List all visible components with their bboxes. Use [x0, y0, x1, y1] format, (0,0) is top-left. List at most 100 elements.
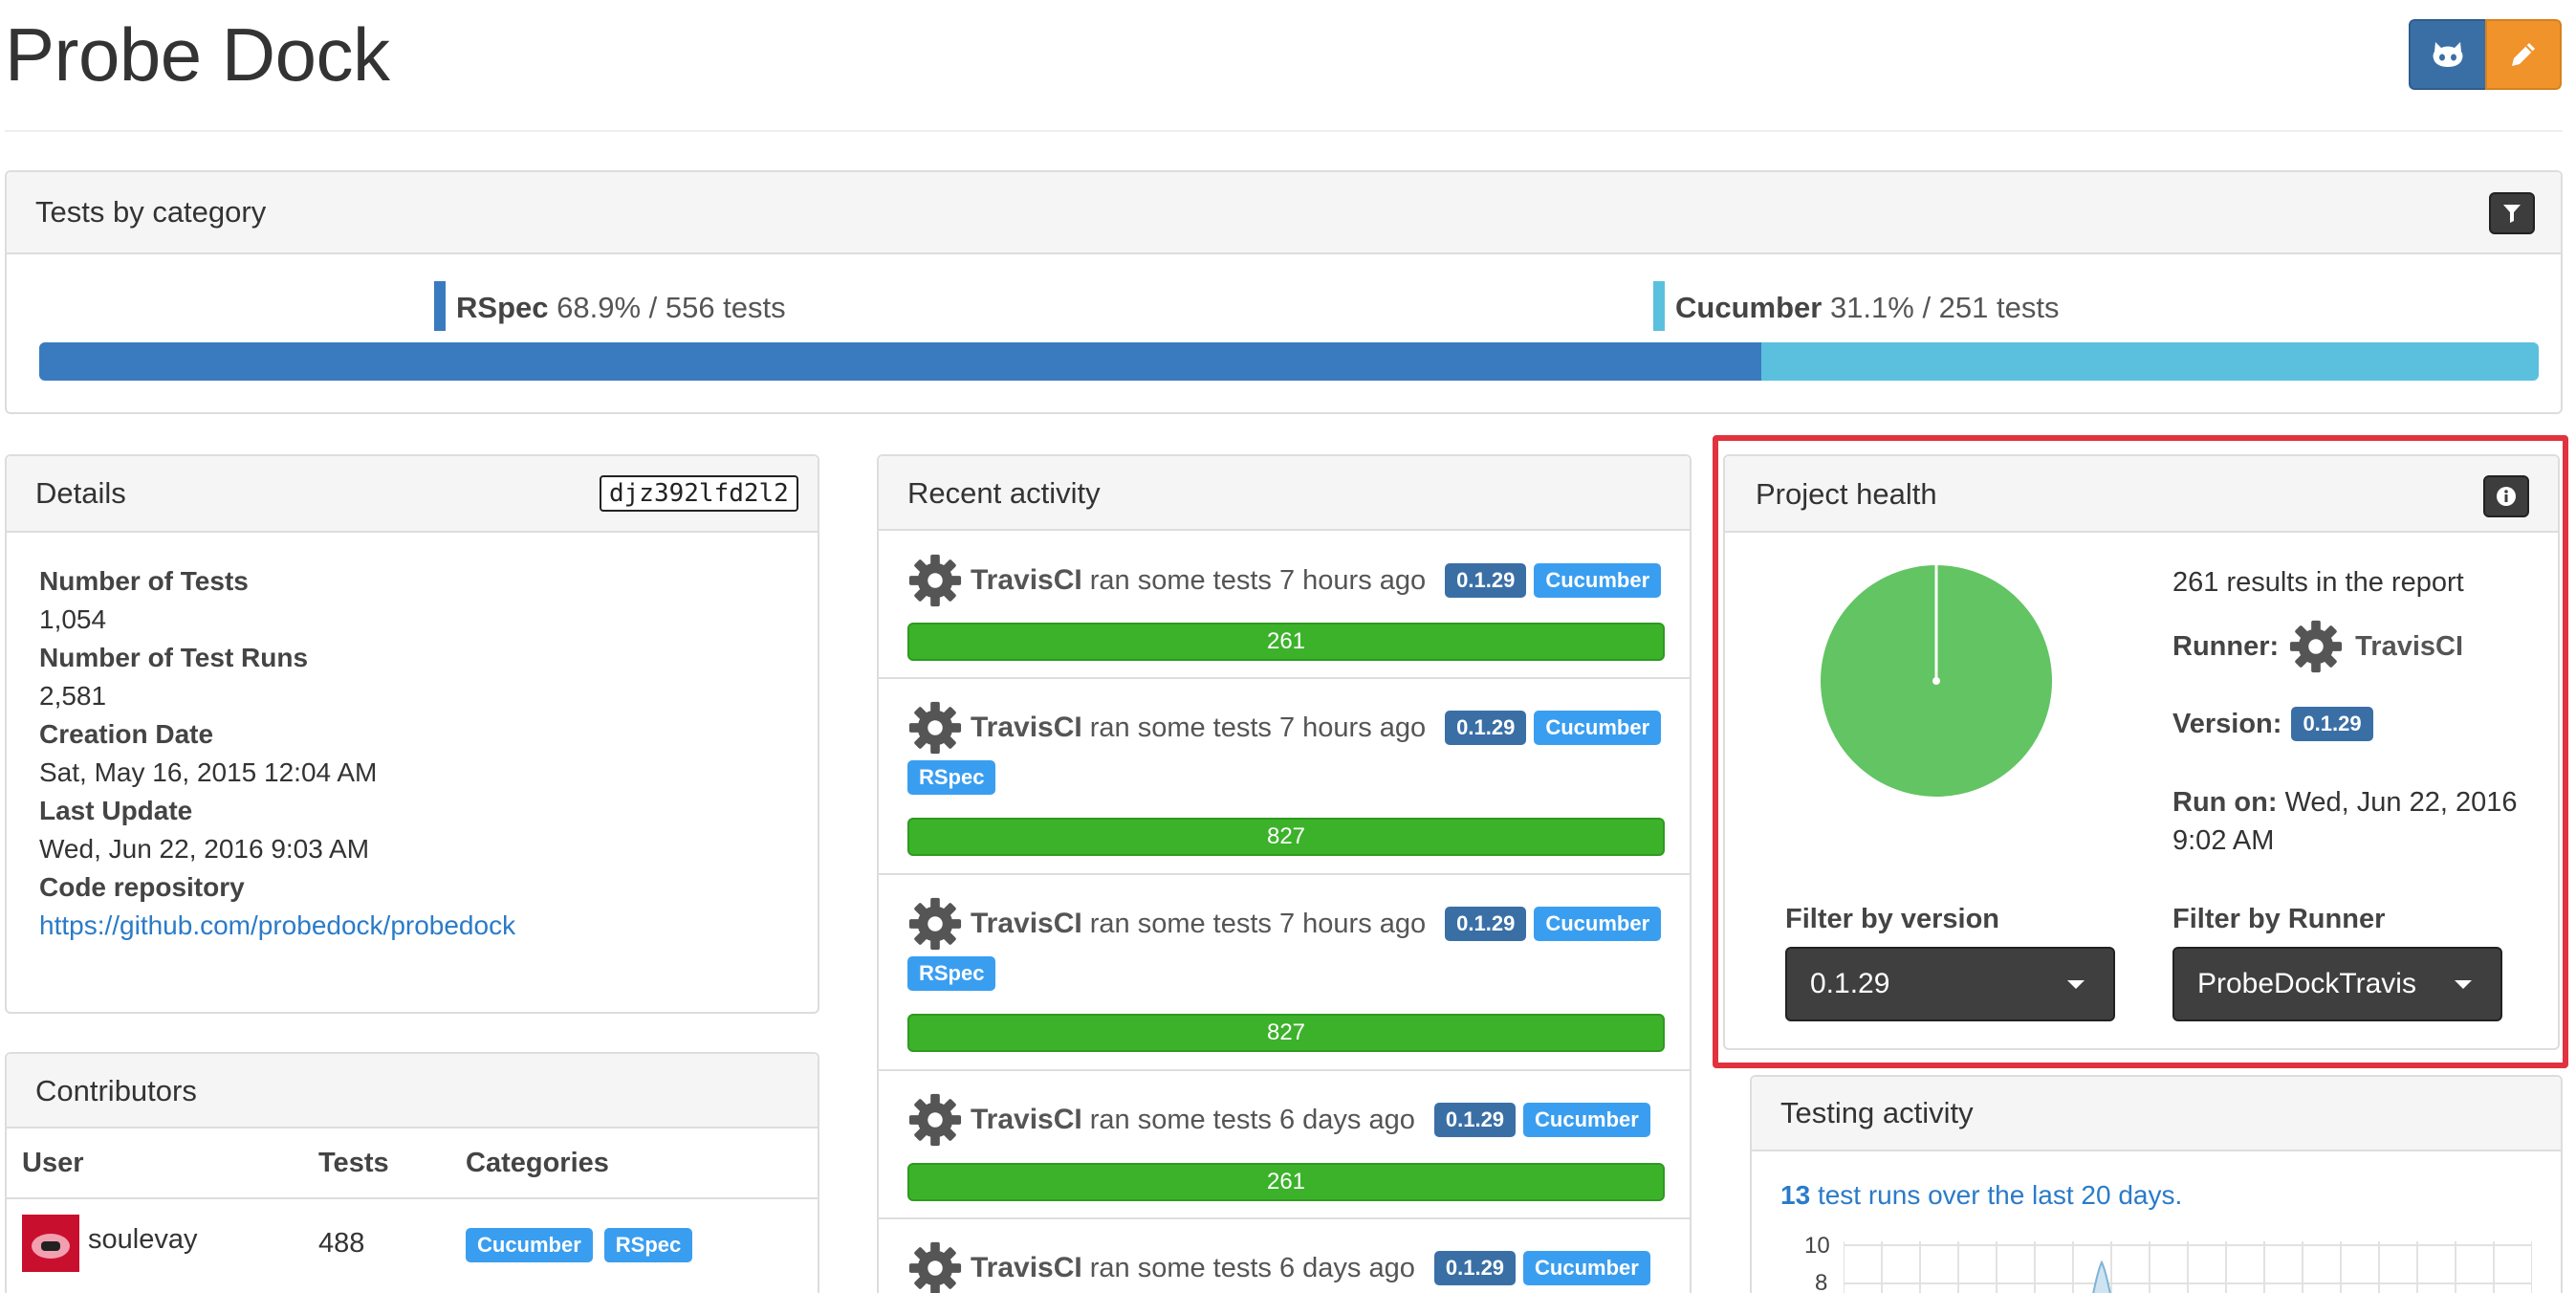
test-result-bar[interactable]: 827 — [907, 1014, 1665, 1052]
y-tick-label: 10 — [1804, 1233, 1830, 1259]
testing-activity-panel: Testing activity 13 test runs over the l… — [1750, 1075, 2563, 1293]
contributor-categories: Cucumber RSpec — [466, 1228, 693, 1262]
activity-item[interactable]: TravisCI ran some tests 7 hours ago 0.1.… — [879, 875, 1690, 1071]
cucumber-legend-marker — [1653, 281, 1665, 331]
details-value: 2,581 — [39, 681, 107, 711]
highlight-frame — [1713, 435, 2568, 1068]
column-header-categories: Categories — [466, 1148, 609, 1178]
testing-activity-chart — [1844, 1241, 2532, 1293]
edit-button[interactable] — [2485, 19, 2562, 90]
category-name: RSpec — [456, 291, 549, 324]
details-label: Number of Test Runs — [39, 643, 309, 672]
code-repository-link[interactable]: https://github.com/probedock/probedock — [39, 910, 515, 941]
column-header-tests: Tests — [318, 1148, 389, 1178]
activity-line: TravisCI ran some tests 7 hours ago 0.1.… — [907, 553, 1662, 608]
filter-icon — [2503, 205, 2521, 223]
activity-runner[interactable]: TravisCI — [971, 712, 1082, 744]
table-row: soulevay 488 Cucumber RSpec — [7, 1199, 818, 1290]
avatar[interactable] — [22, 1215, 79, 1272]
pencil-icon — [2512, 43, 2535, 66]
activity-labels: 0.1.29 Cucumber — [1445, 563, 1662, 598]
category-stats: 68.9% / 556 tests — [557, 291, 786, 324]
activity-runner[interactable]: TravisCI — [971, 1104, 1082, 1136]
activity-item[interactable]: TravisCI ran some tests 6 days ago 0.1.2… — [879, 1071, 1690, 1219]
gear-icon — [908, 1093, 962, 1147]
rspec-legend: RSpec 68.9% / 556 tests — [456, 291, 786, 325]
details-label: Last Update — [39, 796, 193, 825]
testing-activity-summary: 13 test runs over the last 20 days. — [1780, 1180, 2182, 1211]
activity-peak — [2092, 1260, 2111, 1293]
version-label: 0.1.29 — [1433, 1103, 1517, 1137]
activity-runner[interactable]: TravisCI — [971, 564, 1082, 597]
panel-title: Testing activity — [1780, 1096, 1974, 1129]
category-label: Cucumber — [1523, 1103, 1650, 1137]
filter-button[interactable] — [2489, 192, 2535, 234]
panel-header: Details djz392lfd2l2 — [7, 456, 818, 533]
panel-title: Tests by category — [35, 195, 267, 229]
activity-runner[interactable]: TravisCI — [971, 908, 1082, 940]
category-stats: 31.1% / 251 tests — [1829, 291, 2060, 324]
gear-icon — [908, 701, 962, 755]
run-summary-text: test runs over the last 20 days. — [1817, 1180, 2183, 1210]
header-divider — [5, 130, 2563, 132]
panel-header: Contributors — [7, 1054, 818, 1129]
activity-description: ran some tests 7 hours ago — [1089, 564, 1427, 596]
details-label: Creation Date — [39, 719, 214, 749]
category-name: Cucumber — [1675, 291, 1823, 324]
activity-description: ran some tests 7 hours ago — [1089, 712, 1427, 743]
panel-header: Recent activity — [879, 456, 1690, 531]
rspec-legend-marker — [434, 281, 446, 331]
rspec-progress-segment — [39, 342, 1762, 381]
category-label: Cucumber — [1534, 711, 1662, 745]
y-tick-label: 8 — [1815, 1270, 1828, 1293]
cucumber-progress-segment — [1761, 342, 2539, 381]
activity-runner[interactable]: TravisCI — [971, 1252, 1082, 1284]
cucumber-legend: Cucumber 31.1% / 251 tests — [1675, 291, 2059, 325]
contributor-tests: 488 — [318, 1228, 365, 1259]
test-result-bar[interactable]: 261 — [907, 623, 1665, 661]
activity-item[interactable]: TravisCI ran some tests 7 hours ago 0.1.… — [879, 531, 1690, 679]
activity-description: ran some tests 6 days ago — [1089, 1252, 1415, 1283]
column-header-user: User — [22, 1148, 84, 1178]
panel-header: Testing activity — [1752, 1077, 2561, 1151]
activity-item[interactable]: TravisCI ran some tests 6 days ago 0.1.2… — [879, 1219, 1690, 1293]
category-label: RSpec — [907, 956, 996, 991]
contributor-name[interactable]: soulevay — [88, 1224, 197, 1256]
panel-title: Recent activity — [907, 476, 1101, 510]
version-label: 0.1.29 — [1445, 563, 1527, 598]
contributors-panel: Contributors User Tests Categories soule… — [5, 1052, 819, 1293]
version-label: 0.1.29 — [1433, 1251, 1517, 1285]
activity-line: TravisCI ran some tests 7 hours ago 0.1.… — [907, 700, 1662, 756]
run-count: 13 — [1780, 1180, 1811, 1210]
activity-item[interactable]: TravisCI ran some tests 7 hours ago 0.1.… — [879, 679, 1690, 875]
gear-icon — [908, 897, 962, 951]
activity-labels: 0.1.29 Cucumber — [1445, 907, 1662, 941]
activity-line: TravisCI ran some tests 6 days ago 0.1.2… — [907, 1240, 1650, 1293]
details-value: Wed, Jun 22, 2016 9:03 AM — [39, 834, 370, 864]
category-label: Cucumber — [1534, 907, 1662, 941]
test-result-bar[interactable]: 261 — [907, 1163, 1665, 1201]
category-label: Cucumber — [466, 1228, 593, 1262]
tests-by-category-panel: Tests by category RSpec 68.9% / 556 test… — [5, 170, 2563, 414]
activity-line: TravisCI ran some tests 6 days ago 0.1.2… — [907, 1092, 1650, 1148]
details-value: Sat, May 16, 2015 12:04 AM — [39, 757, 378, 787]
category-label: Cucumber — [1534, 563, 1662, 598]
version-label: 0.1.29 — [1445, 711, 1527, 745]
header-button-group — [2409, 19, 2562, 90]
details-value: 1,054 — [39, 604, 107, 634]
activity-description: ran some tests 6 days ago — [1089, 1104, 1415, 1135]
github-octocat-icon — [2433, 42, 2463, 67]
activity-labels: 0.1.29 Cucumber — [1445, 711, 1662, 745]
gear-icon — [908, 554, 962, 607]
activity-line: TravisCI ran some tests 7 hours ago 0.1.… — [907, 896, 1662, 952]
test-result-bar[interactable]: 827 — [907, 818, 1665, 856]
project-api-id: djz392lfd2l2 — [600, 475, 798, 512]
category-label: RSpec — [603, 1228, 693, 1262]
panel-title: Contributors — [35, 1074, 197, 1107]
category-progress-bar — [39, 342, 2539, 381]
details-panel: Details djz392lfd2l2 Number of Tests 1,0… — [5, 454, 819, 1014]
panel-title: Details — [35, 476, 126, 510]
github-button[interactable] — [2409, 19, 2485, 90]
page-title: Probe Dock — [5, 12, 390, 97]
activity-description: ran some tests 7 hours ago — [1089, 908, 1427, 939]
